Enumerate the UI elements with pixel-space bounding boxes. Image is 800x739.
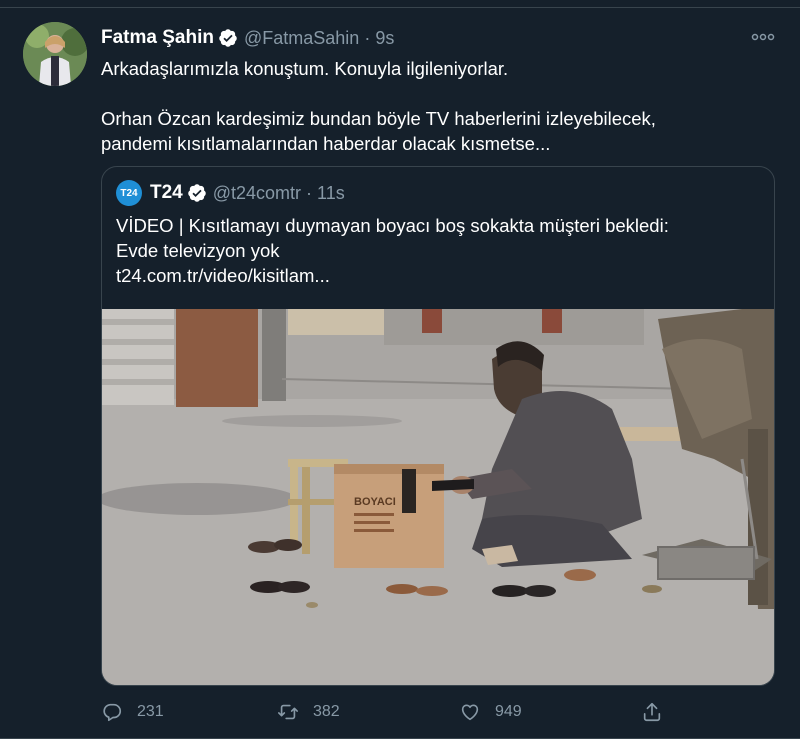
reply-count: 231 xyxy=(137,703,164,720)
tweet-text-line: Arkadaşlarımızla konuştum. Konuyla ilgil… xyxy=(101,58,509,79)
retweet-button[interactable]: 382 xyxy=(277,698,340,726)
tweet-header: Fatma Şahin @FatmaSahin · 9s xyxy=(101,26,394,50)
quoted-link[interactable]: t24.com.tr/video/kisitlam... xyxy=(116,263,766,288)
like-count: 949 xyxy=(495,703,522,720)
tweet[interactable]: Fatma Şahin @FatmaSahin · 9s Arkadaşları… xyxy=(0,8,800,739)
quoted-tweet-text: VİDEO | Kısıtlamayı duymayan boyacı boş … xyxy=(116,213,766,288)
retweet-icon xyxy=(278,704,298,720)
tweet-text-line: pandemi kısıtlamalarından haberdar olaca… xyxy=(101,133,551,154)
tweet-text-line: Orhan Özcan kardeşimiz bundan böyle TV h… xyxy=(101,108,656,129)
reply-button[interactable]: 231 xyxy=(101,698,164,726)
top-divider xyxy=(0,0,800,8)
like-icon xyxy=(461,704,479,721)
tweet-actions: 231 382 949 xyxy=(101,698,681,726)
separator: · xyxy=(364,27,371,48)
retweet-count: 382 xyxy=(313,703,340,720)
quoted-author-name[interactable]: T24 xyxy=(150,182,183,204)
tweet-text: Arkadaşlarımızla konuştum. Konuyla ilgil… xyxy=(101,56,781,156)
quoted-tweet-photo[interactable]: BOYACI xyxy=(102,309,774,685)
quoted-avatar: T24 xyxy=(116,180,142,206)
author-name[interactable]: Fatma Şahin xyxy=(101,27,214,49)
share-icon xyxy=(643,702,661,722)
quoted-text-line: VİDEO | Kısıtlamayı duymayan boyacı boş … xyxy=(116,215,669,236)
tweet-time[interactable]: 9s xyxy=(375,28,394,49)
avatar[interactable] xyxy=(23,22,87,86)
share-button[interactable] xyxy=(641,698,663,726)
media-box-text: BOYACI xyxy=(354,496,396,508)
verified-badge-icon xyxy=(187,184,206,202)
more-options-icon[interactable] xyxy=(750,30,776,44)
quoted-text-line: Evde televizyon yok xyxy=(116,240,280,261)
quoted-tweet-time[interactable]: 11s xyxy=(317,183,345,204)
quoted-author-handle[interactable]: @t24comtr xyxy=(213,183,301,204)
verified-badge-icon xyxy=(219,29,237,47)
reply-icon xyxy=(103,703,122,722)
separator: · xyxy=(306,182,313,203)
quoted-tweet[interactable]: T24 T24 @t24comtr · 11s VİDEO | Kısıtlam… xyxy=(101,166,775,686)
like-button[interactable]: 949 xyxy=(459,698,522,726)
author-handle[interactable]: @FatmaSahin xyxy=(244,28,359,49)
quoted-tweet-header: T24 T24 @t24comtr · 11s xyxy=(116,180,345,206)
